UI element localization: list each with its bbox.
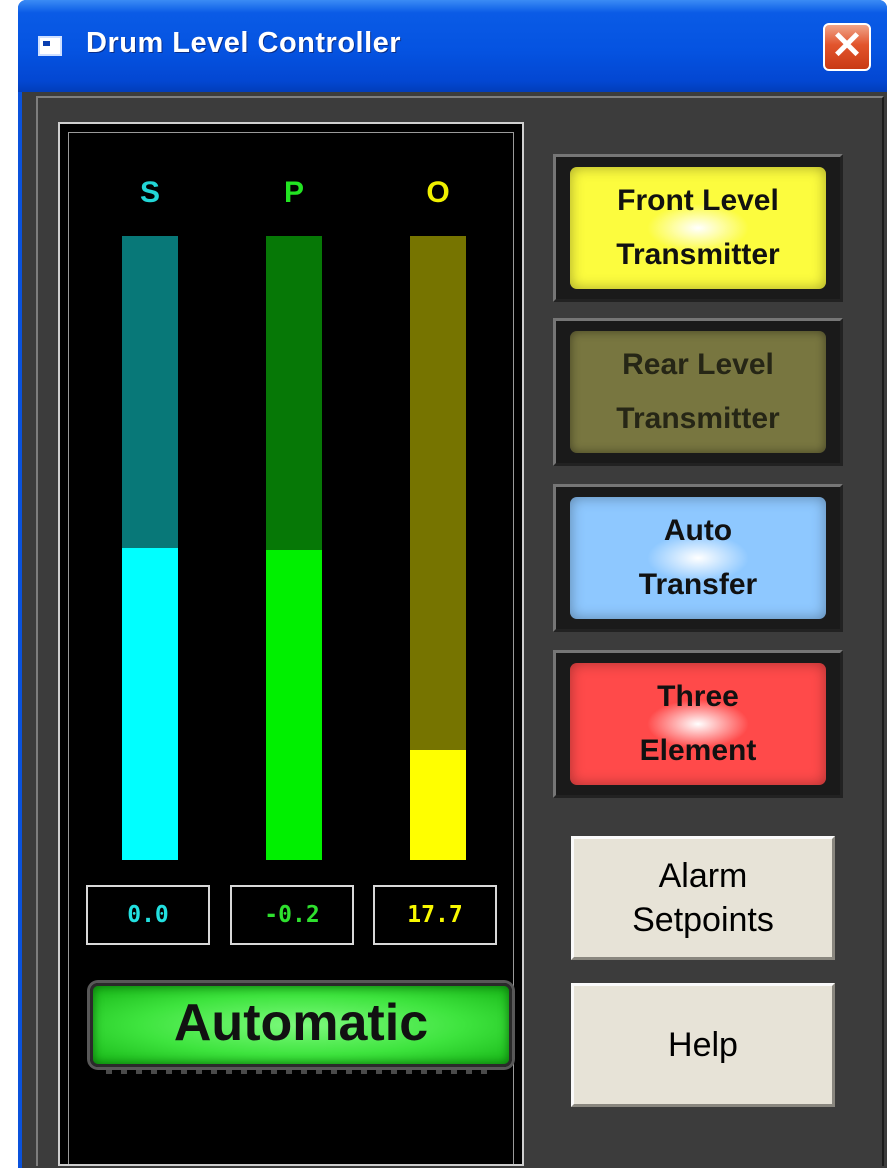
alarm-setpoints-line2: Setpoints: [632, 901, 774, 939]
setpoint-value-readout: 0.0: [86, 885, 210, 945]
front-level-line2: Transmitter: [616, 238, 780, 271]
alarm-setpoints-button[interactable]: Alarm Setpoints: [571, 836, 835, 960]
close-button[interactable]: ✕: [823, 23, 871, 71]
rear-level-line1: Rear Level: [622, 348, 774, 381]
close-icon: ✕: [831, 25, 863, 67]
alarm-setpoints-line1: Alarm: [658, 857, 748, 895]
rear-level-transmitter-button[interactable]: Rear Level Transmitter: [553, 318, 843, 466]
process-bar: [266, 236, 322, 860]
auto-transfer-face: Auto Transfer: [570, 497, 826, 619]
bar-label-s: S: [139, 176, 160, 209]
automatic-mode-indicator[interactable]: Automatic: [90, 983, 512, 1067]
window-app-icon[interactable]: [38, 36, 62, 56]
rear-level-line2: Transmitter: [616, 402, 780, 435]
output-bar-fill: [410, 749, 466, 860]
rear-level-transmitter-face: Rear Level Transmitter: [570, 331, 826, 453]
auto-transfer-line1: Auto: [663, 514, 733, 547]
setpoint-bar-fill: [122, 548, 178, 860]
help-label: Help: [668, 1026, 738, 1064]
process-bar-fill: [266, 549, 322, 860]
setpoint-bar: [122, 236, 178, 860]
auto-transfer-line2: Transfer: [638, 568, 758, 601]
process-value-readout: -0.2: [230, 885, 354, 945]
output-value-readout: 17.7: [373, 885, 497, 945]
window-client-area: S P O 0.0 -0.2 17.7 Automatic Front Leve…: [20, 92, 887, 1168]
title-bar[interactable]: Drum Level Controller ✕: [18, 0, 887, 92]
window-title: Drum Level Controller: [86, 27, 402, 59]
drum-level-controller-window: Drum Level Controller ✕ S P O 0.0 -0.2 1…: [18, 0, 887, 1168]
bar-label-p: P: [283, 176, 304, 209]
three-element-line2: Element: [639, 734, 757, 767]
bar-label-o: O: [426, 176, 450, 209]
three-element-line1: Three: [657, 680, 739, 713]
output-bar: [410, 236, 466, 860]
front-level-transmitter-button[interactable]: Front Level Transmitter: [553, 154, 843, 302]
level-display-panel: S P O 0.0 -0.2 17.7 Automatic: [58, 122, 524, 1166]
three-element-button[interactable]: Three Element: [553, 650, 843, 798]
three-element-face: Three Element: [570, 663, 826, 785]
auto-transfer-button[interactable]: Auto Transfer: [553, 484, 843, 632]
front-level-transmitter-face: Front Level Transmitter: [570, 167, 826, 289]
front-level-line1: Front Level: [617, 184, 779, 217]
mode-indicator-base: [106, 1070, 491, 1074]
help-button[interactable]: Help: [571, 983, 835, 1107]
